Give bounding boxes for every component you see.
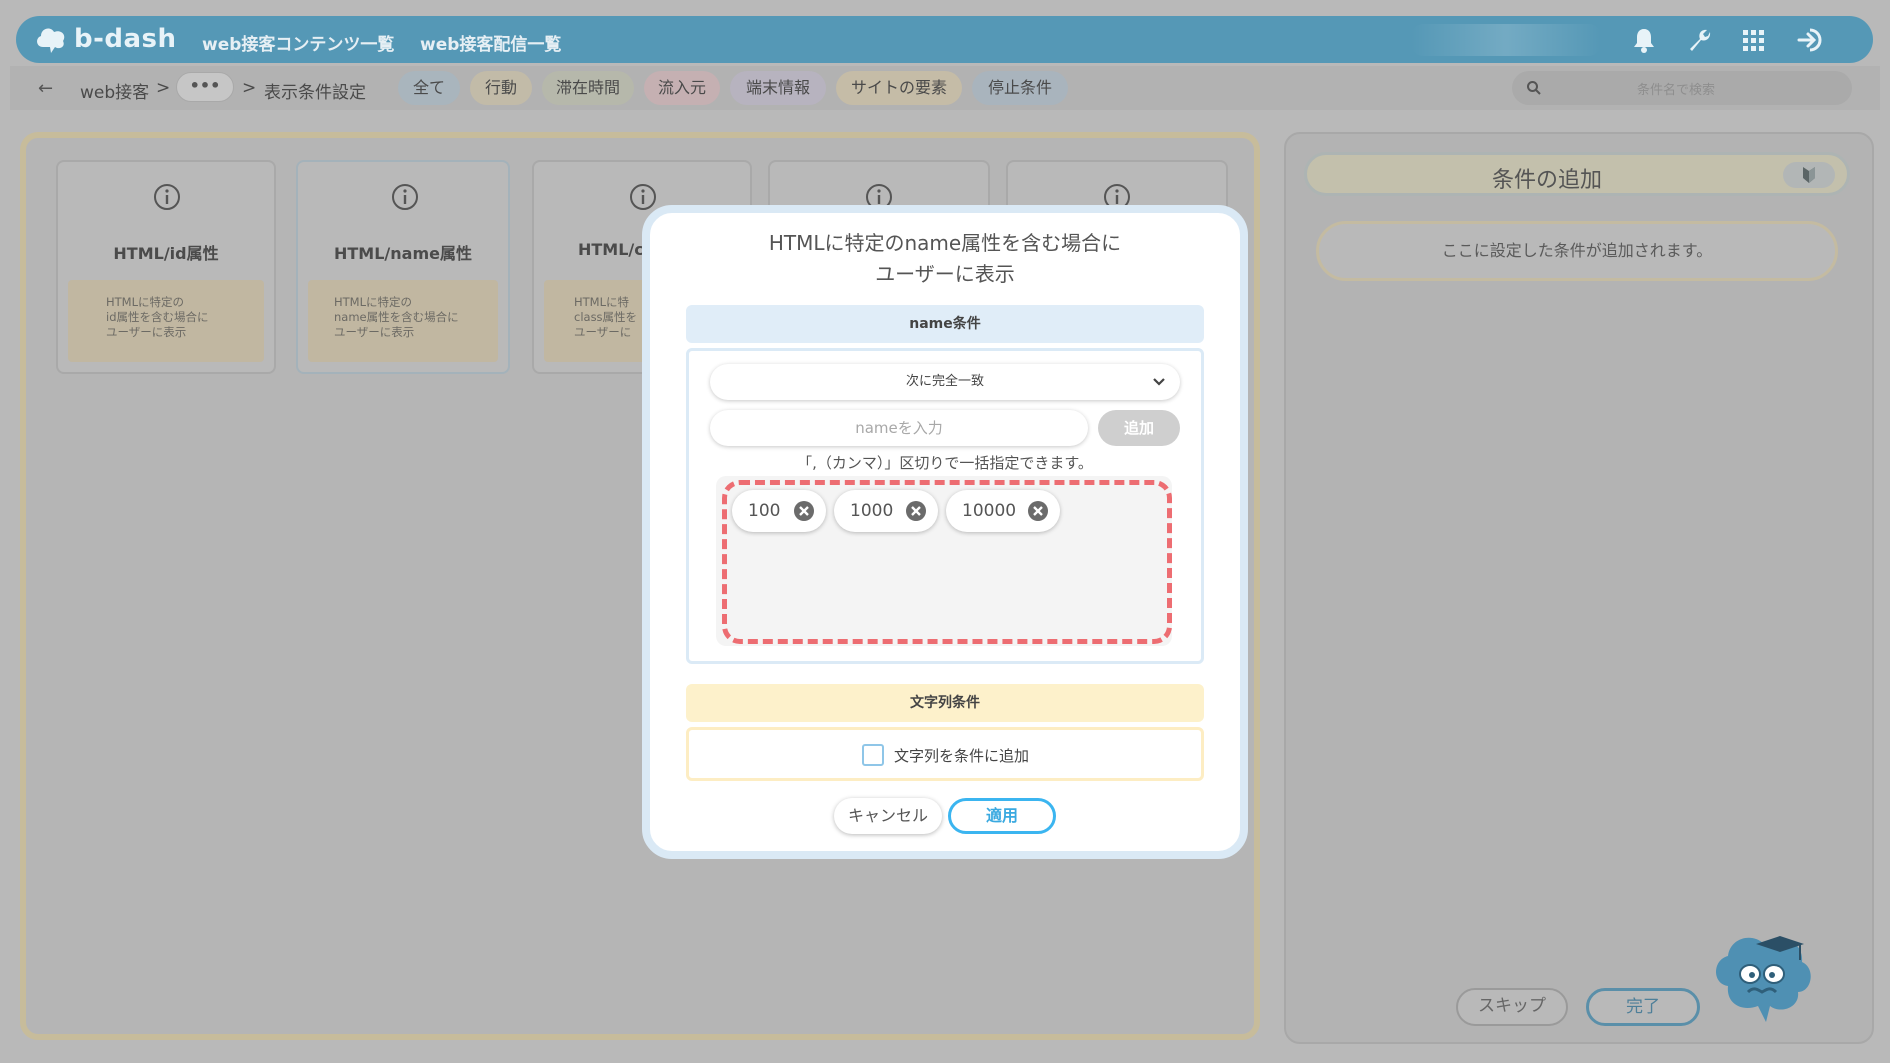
wrench-icon[interactable] [1684,25,1714,55]
add-condition-header: 条件の追加 [1304,152,1850,196]
comma-hint: 「,（カンマ）」区切りで一括指定できます。 [797,454,1093,472]
remove-tag-icon[interactable] [906,501,926,521]
breadcrumb-separator: > [242,78,257,98]
filter-action[interactable]: 行動 [470,71,532,105]
name-tag: 10000 [946,490,1060,532]
mascot-illustration[interactable] [1708,920,1818,1030]
match-type-select[interactable]: 次に完全一致 [710,364,1180,400]
info-icon[interactable] [390,182,420,212]
name-input-placeholder: nameを入力 [855,419,943,437]
name-section-header: name条件 [686,305,1204,343]
header-blurred-area [1411,24,1601,56]
done-button[interactable]: 完了 [1586,988,1700,1026]
cancel-button[interactable]: キャンセル [834,798,942,834]
card-description: HTMLに特定の id属性を含む場合に ユーザーに表示 [68,280,264,362]
breadcrumb-separator: > [156,78,171,98]
back-arrow-icon[interactable]: ← [38,78,53,99]
modal-title: HTMLに特定のname属性を含む場合に ユーザーに表示 [768,231,1122,286]
filter-all[interactable]: 全て [398,71,460,105]
card-title: HTML/id属性 [113,244,219,263]
filter-stop-condition[interactable]: 停止条件 [972,71,1068,105]
nav-web-content-list[interactable]: web接客コンテンツ一覧 [202,30,394,55]
nav-web-delivery-list[interactable]: web接客配信一覧 [420,30,561,55]
condition-card-html-id[interactable]: HTML/id属性 HTMLに特定の id属性を含む場合に ユーザーに表示 [56,160,276,374]
logo-text: b-dash [74,24,177,54]
filter-stay-time[interactable]: 滞在時間 [542,71,634,105]
string-condition-checkbox[interactable] [862,744,884,766]
apply-button[interactable]: 適用 [948,798,1056,834]
remove-tag-icon[interactable] [1028,501,1048,521]
name-input[interactable]: nameを入力 [710,410,1088,446]
grid-icon[interactable] [1738,25,1768,55]
card-title: HTML/name属性 [334,244,472,263]
add-condition-title: 条件の追加 [1491,168,1602,193]
filter-referrer[interactable]: 流入元 [644,71,720,105]
info-icon[interactable] [152,182,182,212]
name-tag: 100 [732,490,826,532]
search-icon [1527,81,1541,95]
beginner-toggle[interactable] [1783,162,1835,188]
breadcrumb-current: 表示条件設定 [264,83,366,103]
condition-card-html-name[interactable]: HTML/name属性 HTMLに特定の name属性を含む場合に ユーザーに表示 [296,160,510,374]
filter-site-element[interactable]: サイトの要素 [836,71,962,105]
info-icon[interactable] [628,182,658,212]
string-condition-label[interactable]: 文字列を条件に追加 [894,745,1029,766]
filter-device[interactable]: 端末情報 [730,71,826,105]
logout-icon[interactable] [1795,25,1825,55]
chevron-down-icon [1153,378,1165,386]
breadcrumb-ellipsis[interactable]: ••• [176,72,234,102]
logo-cloud-icon [37,28,65,53]
string-section-header: 文字列条件 [686,684,1204,722]
name-tag: 1000 [834,490,938,532]
match-type-value: 次に完全一致 [905,374,984,389]
app-header: b-dash web接客コンテンツ一覧 web接客配信一覧 [16,16,1873,63]
search-placeholder: 条件名で検索 [1637,83,1716,98]
added-conditions-placeholder: ここに設定した条件が追加されます。 [1316,221,1838,281]
remove-tag-icon[interactable] [794,501,814,521]
bell-icon[interactable] [1629,25,1659,55]
search-input[interactable]: 条件名で検索 [1512,71,1852,105]
skip-button[interactable]: スキップ [1456,988,1568,1026]
beginner-mark-icon [1803,167,1815,183]
logo[interactable]: b-dash [34,23,177,55]
card-description: HTMLに特定の name属性を含む場合に ユーザーに表示 [308,280,498,362]
breadcrumb-root[interactable]: web接客 [80,78,149,103]
add-name-button[interactable]: 追加 [1098,410,1180,446]
